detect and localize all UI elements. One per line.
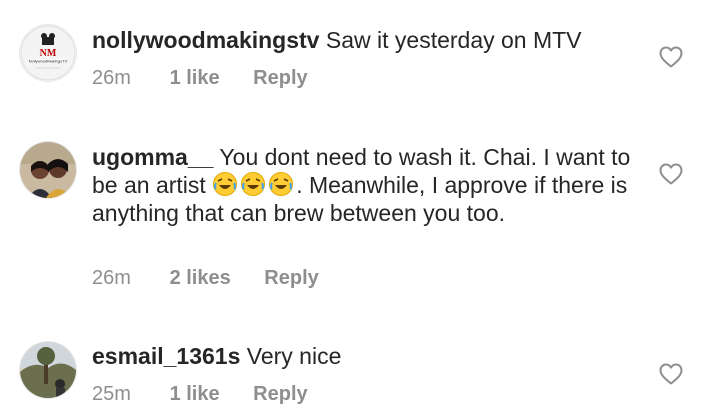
comment-text: ugomma__ You dont need to wash it. Chai.… (92, 143, 632, 227)
comment-text: nollywoodmakingstv Saw it yesterday on M… (92, 26, 632, 54)
like-heart-icon[interactable] (659, 46, 683, 68)
comment-text: esmail_1361s Very nice (92, 342, 632, 370)
comment-timestamp[interactable]: 25m (92, 383, 164, 406)
comments-list: NM NollywoodMakingsTV nollywoodmakingstv… (0, 0, 720, 407)
avatar[interactable]: NM NollywoodMakingsTV (20, 25, 76, 81)
comment-meta: 25m 1 like Reply (92, 383, 308, 406)
comment-meta: 26m 2 likes Reply (92, 267, 319, 290)
comment-body: Very nice (246, 343, 342, 369)
reply-button[interactable]: Reply (264, 267, 318, 290)
comment-meta: 26m 1 like Reply (92, 67, 308, 90)
like-heart-icon[interactable] (659, 363, 683, 385)
comment-likes-count[interactable]: 1 like (170, 67, 220, 90)
comment-username[interactable]: esmail_1361s (92, 343, 240, 369)
like-heart-icon[interactable] (659, 163, 683, 185)
comment-body: Saw it yesterday on MTV (325, 27, 582, 53)
user-photo-image (20, 142, 76, 198)
svg-text:NM: NM (40, 48, 57, 59)
avatar[interactable] (20, 142, 76, 198)
comment-timestamp[interactable]: 26m (92, 67, 164, 90)
comment-likes-count[interactable]: 2 likes (170, 267, 231, 290)
comment-timestamp[interactable]: 26m (92, 267, 164, 290)
avatar[interactable] (20, 342, 76, 398)
reply-button[interactable]: Reply (253, 383, 307, 406)
nollywood-logo-image: NM NollywoodMakingsTV (20, 25, 76, 81)
comment-username[interactable]: ugomma__ (92, 144, 213, 170)
rolling-on-floor-laughing-emoji (268, 171, 294, 197)
user-photo-image (20, 342, 76, 398)
comment-likes-count[interactable]: 1 like (170, 383, 220, 406)
rolling-on-floor-laughing-emoji (240, 171, 266, 197)
rolling-on-floor-laughing-emoji (212, 171, 238, 197)
svg-text:NollywoodMakingsTV: NollywoodMakingsTV (29, 59, 68, 64)
comment-username[interactable]: nollywoodmakingstv (92, 27, 319, 53)
reply-button[interactable]: Reply (253, 67, 307, 90)
